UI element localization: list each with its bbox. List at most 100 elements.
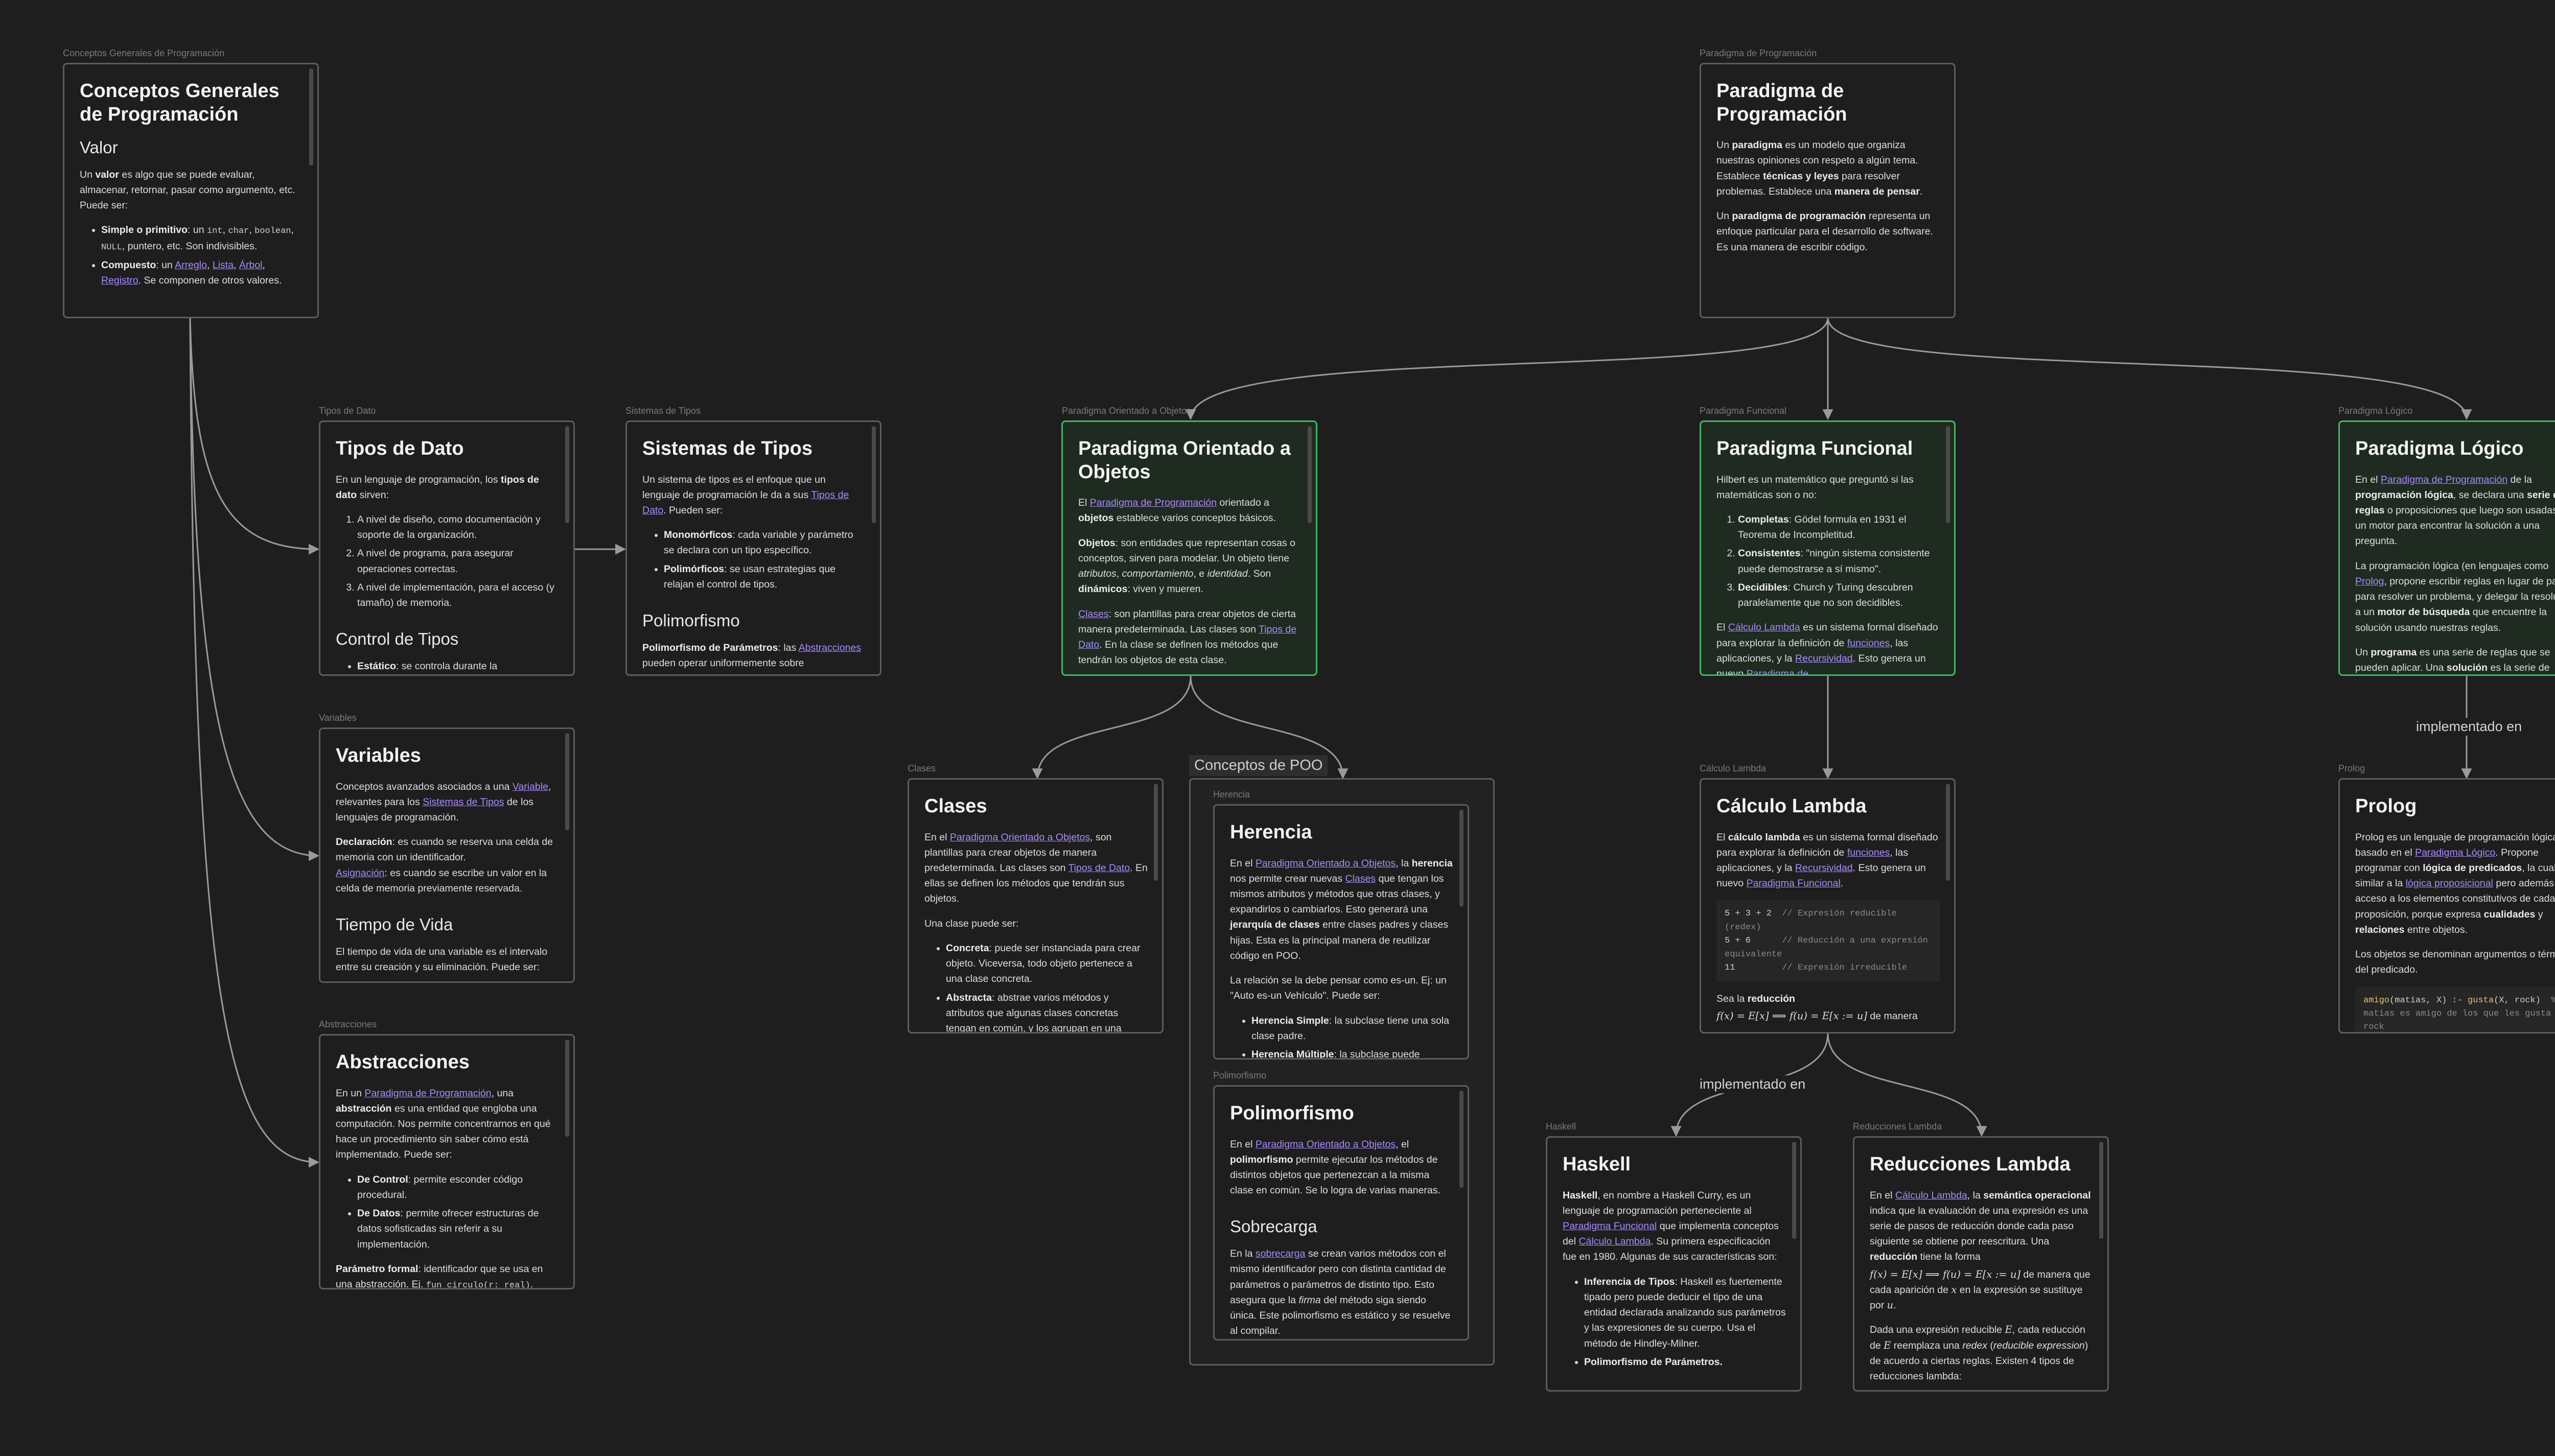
- list-item: De Control: permite esconder código proc…: [357, 1172, 559, 1203]
- link-registro[interactable]: Registro: [101, 275, 138, 286]
- card-title: Conceptos Generales de Programación: [80, 80, 280, 125]
- heading-control-tipos: Control de Tipos: [336, 629, 459, 649]
- card-scrollbar[interactable]: [309, 68, 313, 166]
- card-scrollbar[interactable]: [1946, 784, 1950, 881]
- card-scrollbar[interactable]: [1459, 1091, 1464, 1188]
- card-scrollbar[interactable]: [2099, 1142, 2103, 1239]
- card-title: Herencia: [1230, 821, 1312, 843]
- link-calculo-lambda[interactable]: Cálculo Lambda: [1895, 1190, 1967, 1201]
- edge-label-implementado-haskell: implementado en: [1697, 1075, 1809, 1093]
- link-paradigma-funcional[interactable]: Paradigma Funcional: [1563, 1220, 1657, 1232]
- card-clases[interactable]: Clases En el Paradigma Orientado a Objet…: [908, 778, 1164, 1034]
- card-label-poo: Paradigma Orientado a Objetos: [1062, 406, 1190, 416]
- card-calculo-lambda[interactable]: Cálculo Lambda El cálculo lambda es un s…: [1700, 778, 1956, 1034]
- link-paradigma-logico[interactable]: Paradigma Lógico: [2415, 847, 2495, 858]
- card-label-haskell: Haskell: [1546, 1121, 1576, 1132]
- edge-paradigma-poo: [1185, 317, 1829, 420]
- list-item: Herencia Múltiple: la subclase puede: [1251, 1047, 1453, 1058]
- card-sistemas-de-tipos[interactable]: Sistemas de Tipos Un sistema de tipos es…: [625, 420, 881, 676]
- list: Herencia Simple: la subclase tiene una s…: [1230, 1013, 1453, 1058]
- card-scrollbar[interactable]: [565, 426, 569, 523]
- code-block: amigo(matias, X) :- gusta(X, rock) % mat…: [2355, 987, 2555, 1032]
- card-haskell[interactable]: Haskell Haskell, en nombre a Haskell Cur…: [1546, 1136, 1802, 1392]
- paragraph: Conceptos avanzados asociados a una Vari…: [336, 781, 551, 824]
- card-label-conceptos: Conceptos Generales de Programación: [63, 48, 225, 58]
- card-herencia[interactable]: Herencia En el Paradigma Orientado a Obj…: [1213, 804, 1469, 1060]
- link-recursividad[interactable]: Recursividad: [1795, 653, 1853, 664]
- edge-conceptos-abstracciones: [189, 317, 320, 1168]
- card-variables[interactable]: Variables Conceptos avanzados asociados …: [319, 727, 575, 983]
- link-arreglo[interactable]: Arreglo: [175, 260, 207, 271]
- list: Estático: se controla durante la: [336, 659, 559, 674]
- card-label-abstracciones: Abstracciones: [319, 1019, 377, 1029]
- card-label-logico: Paradigma Lógico: [2338, 406, 2413, 416]
- list-item: Concreta: puede ser instanciada para cre…: [946, 941, 1148, 987]
- link-paradigma-programacion[interactable]: Paradigma de Programación: [1090, 497, 1217, 508]
- paragraph: Sea la reducción: [1716, 993, 1795, 1005]
- card-polimorfismo[interactable]: Polimorfismo En el Paradigma Orientado a…: [1213, 1085, 1469, 1341]
- card-scrollbar[interactable]: [1792, 1142, 1796, 1239]
- list-item: De Datos: permite ofrecer estructuras de…: [357, 1206, 559, 1252]
- link-asignacion[interactable]: Asignación: [336, 867, 384, 879]
- card-scrollbar[interactable]: [1459, 810, 1464, 907]
- card-reducciones-lambda[interactable]: Reducciones Lambda En el Cálculo Lambda,…: [1853, 1136, 2109, 1392]
- card-title: Cálculo Lambda: [1716, 795, 1867, 817]
- link-clases[interactable]: Clases: [1345, 873, 1376, 884]
- card-label-herencia: Herencia: [1213, 789, 1250, 800]
- link-paradigma-de[interactable]: Paradigma de: [1747, 668, 1808, 674]
- link-variable[interactable]: Variable: [513, 781, 548, 792]
- link-tipos-de-dato[interactable]: Tipos de Dato: [1068, 862, 1130, 874]
- link-paradigma-programacion[interactable]: Paradigma de Programación: [2381, 474, 2507, 485]
- card-scrollbar[interactable]: [1308, 426, 1312, 523]
- link-prolog[interactable]: Prolog: [2355, 576, 2384, 587]
- card-tipos-de-dato[interactable]: Tipos de Dato En un lenguaje de programa…: [319, 420, 575, 676]
- list-item: Decidibles: Church y Turing descubren pa…: [1738, 580, 1940, 610]
- card-title: Prolog: [2355, 795, 2417, 817]
- link-poo[interactable]: Paradigma Orientado a Objetos: [1256, 858, 1396, 869]
- link-abstracciones[interactable]: Abstracciones: [799, 642, 861, 653]
- link-clases[interactable]: Clases: [1078, 608, 1109, 620]
- card-paradigma-logico[interactable]: Paradigma Lógico En el Paradigma de Prog…: [2338, 420, 2555, 676]
- link-lista[interactable]: Lista: [213, 260, 234, 271]
- card-title: Variables: [336, 745, 421, 766]
- edge-conceptos-tipos: [189, 317, 320, 555]
- card-conceptos-generales[interactable]: Conceptos Generales de Programación Valo…: [63, 63, 319, 318]
- card-paradigma-orientado-objetos[interactable]: Paradigma Orientado a Objetos El Paradig…: [1061, 420, 1317, 676]
- card-scrollbar[interactable]: [565, 733, 569, 830]
- card-scrollbar[interactable]: [565, 1040, 569, 1137]
- edge-conceptos-variables: [189, 317, 320, 861]
- edge-lambda-reducciones: [1827, 1032, 1987, 1137]
- link-sistemas-de-tipos[interactable]: Sistemas de Tipos: [423, 796, 504, 808]
- link-recursividad[interactable]: Recursividad: [1795, 862, 1853, 874]
- list-item: Estático: se controla durante la: [357, 659, 559, 674]
- link-paradigma-programacion[interactable]: Paradigma de Programación: [364, 1088, 491, 1099]
- paragraph: Los objetos se denominan argumentos o té…: [2355, 949, 2555, 976]
- paragraph: Asignación: es cuando se escribe un valo…: [336, 867, 547, 894]
- card-label-variables: Variables: [319, 713, 357, 723]
- link-calculo-lambda[interactable]: Cálculo Lambda: [1728, 622, 1800, 633]
- link-calculo-lambda[interactable]: Cálculo Lambda: [1578, 1236, 1651, 1247]
- card-prolog[interactable]: Prolog Prolog es un lenguaje de programa…: [2338, 778, 2555, 1034]
- link-poo[interactable]: Paradigma Orientado a Objetos: [1256, 1139, 1396, 1150]
- card-scrollbar[interactable]: [1946, 426, 1950, 523]
- list: De Control: permite esconder código proc…: [336, 1172, 559, 1252]
- link-arbol[interactable]: Árbol: [239, 260, 263, 271]
- link-sobrecarga[interactable]: sobrecarga: [1256, 1248, 1306, 1259]
- paragraph: Una clase puede ser:: [924, 918, 1019, 929]
- link-funciones[interactable]: funciones: [1847, 847, 1890, 858]
- heading-polimorfismo: Polimorfismo: [642, 611, 740, 630]
- list-item: Inferencia de Tipos: Haskell es fuerteme…: [1584, 1274, 1786, 1351]
- math-paragraph: f(x) = E[x] ⟹ f(u) = E[x := u] de manera…: [1870, 1268, 2091, 1311]
- card-scrollbar[interactable]: [872, 426, 876, 523]
- link-logica-proposicional[interactable]: lógica proposicional: [2406, 878, 2493, 889]
- code-block: 5 + 3 + 2 // Expresión reducible (redex)…: [1716, 900, 1940, 982]
- link-poo[interactable]: Paradigma Orientado a Objetos: [950, 832, 1090, 843]
- card-paradigma-funcional[interactable]: Paradigma Funcional Hilbert es un matemá…: [1700, 420, 1956, 676]
- card-abstracciones[interactable]: Abstracciones En un Paradigma de Program…: [319, 1034, 575, 1289]
- list-item: Completas: Gödel formula en 1931 el Teor…: [1738, 512, 1940, 543]
- card-scrollbar[interactable]: [1154, 784, 1158, 881]
- card-paradigma-programacion[interactable]: Paradigma de Programación Un paradigma e…: [1700, 63, 1956, 318]
- link-paradigma-funcional[interactable]: Paradigma Funcional: [1747, 878, 1841, 889]
- link-funciones[interactable]: funciones: [1847, 638, 1890, 649]
- card-title: Paradigma Orientado a Objetos: [1078, 438, 1291, 483]
